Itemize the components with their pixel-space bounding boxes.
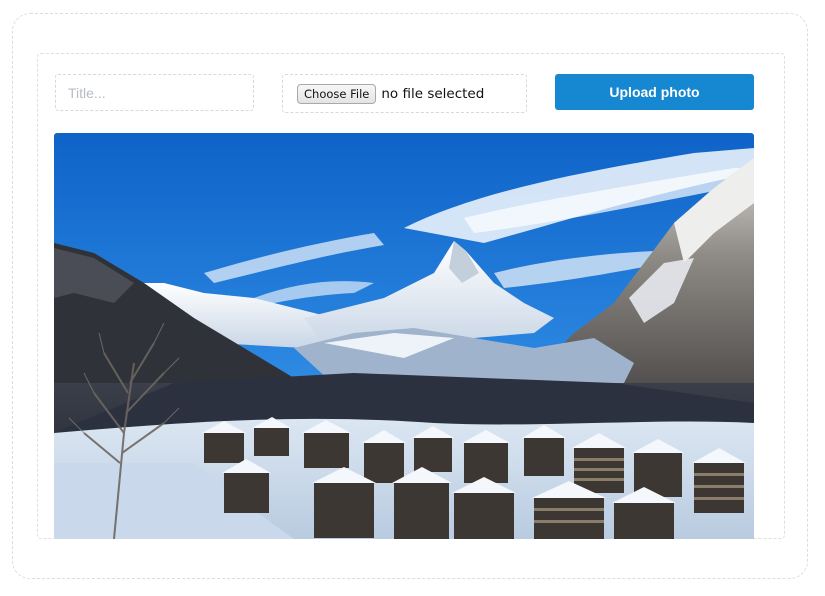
upload-photo-button[interactable]: Upload photo: [555, 74, 754, 110]
title-input[interactable]: [55, 74, 254, 111]
file-picker: Choose File no file selected: [282, 74, 527, 113]
choose-file-button[interactable]: Choose File: [297, 83, 377, 104]
file-status-text: no file selected: [381, 85, 485, 102]
mountain-village-image: [54, 133, 754, 539]
uploaded-photo: [54, 133, 754, 539]
